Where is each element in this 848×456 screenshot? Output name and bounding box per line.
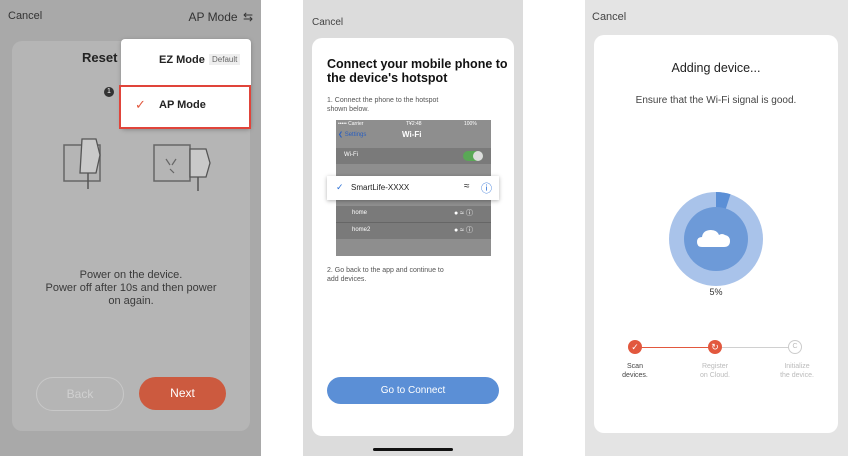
checkmark-icon: ✓ [135,97,146,112]
ez-mode-label: EZ Mode [159,54,205,66]
scan-step-check-icon: ✓ [628,340,642,354]
lock-wifi-info-icon: ● ≈ ⓘ [454,227,473,234]
screen-connect-hotspot: Cancel Connect your mobile phone to the … [303,0,523,456]
wifi-signal-icon: ≈ [464,181,470,192]
settings-back-link: ❮ Settings [338,132,367,138]
wifi-toggle-label: Wi-Fi [344,152,358,158]
step-label-line: Scan [627,363,643,370]
step-label-line: devices. [622,372,648,379]
instruction-line: Power on the device. [79,269,183,281]
mode-switch-button[interactable]: AP Mode ⇆ [188,10,253,24]
menu-item-ap-mode[interactable]: ✓ AP Mode [119,85,251,129]
battery-text: 100% [464,121,477,127]
wifi-title: Wi-Fi [402,130,422,139]
step-register-label: Register on Cloud. [690,362,740,380]
ap-mode-label: AP Mode [159,99,206,111]
instruction-line: Power off after 10s and then power [45,282,217,294]
time-text: T¥2:48 [406,121,422,127]
step-connector-pending [716,347,796,348]
selected-network-row: ✓ SmartLife-XXXX ≈ ⓘ [327,176,499,200]
selected-network-name: SmartLife-XXXX [351,183,410,192]
progress-percent: 5% [709,287,723,297]
progress-ring [669,192,763,286]
step-number-badge: 1 [104,87,114,97]
network-row: home2 ● ≈ ⓘ [336,223,491,239]
wifi-toggle-row: Wi-Fi [336,148,491,164]
network-row: home ● ≈ ⓘ [336,206,491,223]
settings-back-label: Settings [344,132,367,138]
step-connector-done [636,347,716,348]
wifi-hint: Ensure that the Wi-Fi signal is good. [635,95,797,106]
step-line: shown below. [327,106,370,113]
title-line: Connect your mobile phone to [327,57,508,71]
page-title: Adding device... [671,61,761,75]
next-button[interactable]: Next [139,377,226,410]
mode-label: AP Mode [188,10,238,24]
network-name: home2 [352,227,371,233]
home-indicator [373,448,453,451]
step-1-text: 1. Connect the phone to the hotspot show… [327,96,438,114]
cancel-link[interactable]: Cancel [592,11,626,23]
back-button[interactable]: Back [36,377,124,411]
power-instructions: Power on the device. Power off after 10s… [12,269,250,308]
title-line: the device's hotspot [327,71,448,85]
step-label-line: the device. [780,372,814,379]
lock-wifi-info-icon: ● ≈ ⓘ [454,210,473,217]
default-badge: Default [209,54,241,65]
network-name: home [352,210,368,216]
checkmark-icon: ✓ [336,182,344,192]
info-icon: ⓘ [481,183,492,195]
carrier-text: ••••• Carrier [338,121,364,127]
step-initialize-label: Initialize the device. [770,362,824,380]
plugged-socket-icon [153,144,211,191]
step-2-text: 2. Go back to the app and continue to ad… [327,266,444,284]
progress-card: Adding device... Ensure that the Wi-Fi s… [594,35,838,433]
step-label-line: Initialize [784,363,810,370]
cancel-link[interactable]: Cancel [312,17,343,28]
step-line: 2. Go back to the app and continue to [327,267,444,274]
step-label-line: on Cloud. [700,372,730,379]
wifi-toggle [463,151,483,161]
step-scan-label: Scan devices. [610,362,660,380]
step-line: 1. Connect the phone to the hotspot [327,97,439,104]
hotspot-card: Connect your mobile phone to the device'… [312,38,514,436]
initialize-step-pending-icon: C [788,340,802,354]
page-title: Reset t [82,50,126,65]
menu-item-ez-mode[interactable]: EZ Mode Default [121,39,251,81]
instruction-line: on again. [108,295,154,307]
step-line: add devices. [327,276,367,283]
register-step-loading-icon: ↻ [708,340,722,354]
unplugged-socket-icon [63,138,101,189]
page-title: Connect your mobile phone to the device'… [327,57,508,85]
toggle-knob [473,151,483,161]
step-label-line: Register [701,363,729,370]
swap-arrows-icon: ⇆ [242,10,253,24]
screen-adding-device: Cancel Adding device... Ensure that the … [585,0,848,456]
mode-dropdown: EZ Mode Default ✓ AP Mode [119,39,251,129]
cancel-link[interactable]: Cancel [8,10,42,22]
screen-ap-mode-reset: Cancel AP Mode ⇆ Reset t 1 Power on the … [0,0,261,456]
go-to-connect-button[interactable]: Go to Connect [327,377,499,404]
